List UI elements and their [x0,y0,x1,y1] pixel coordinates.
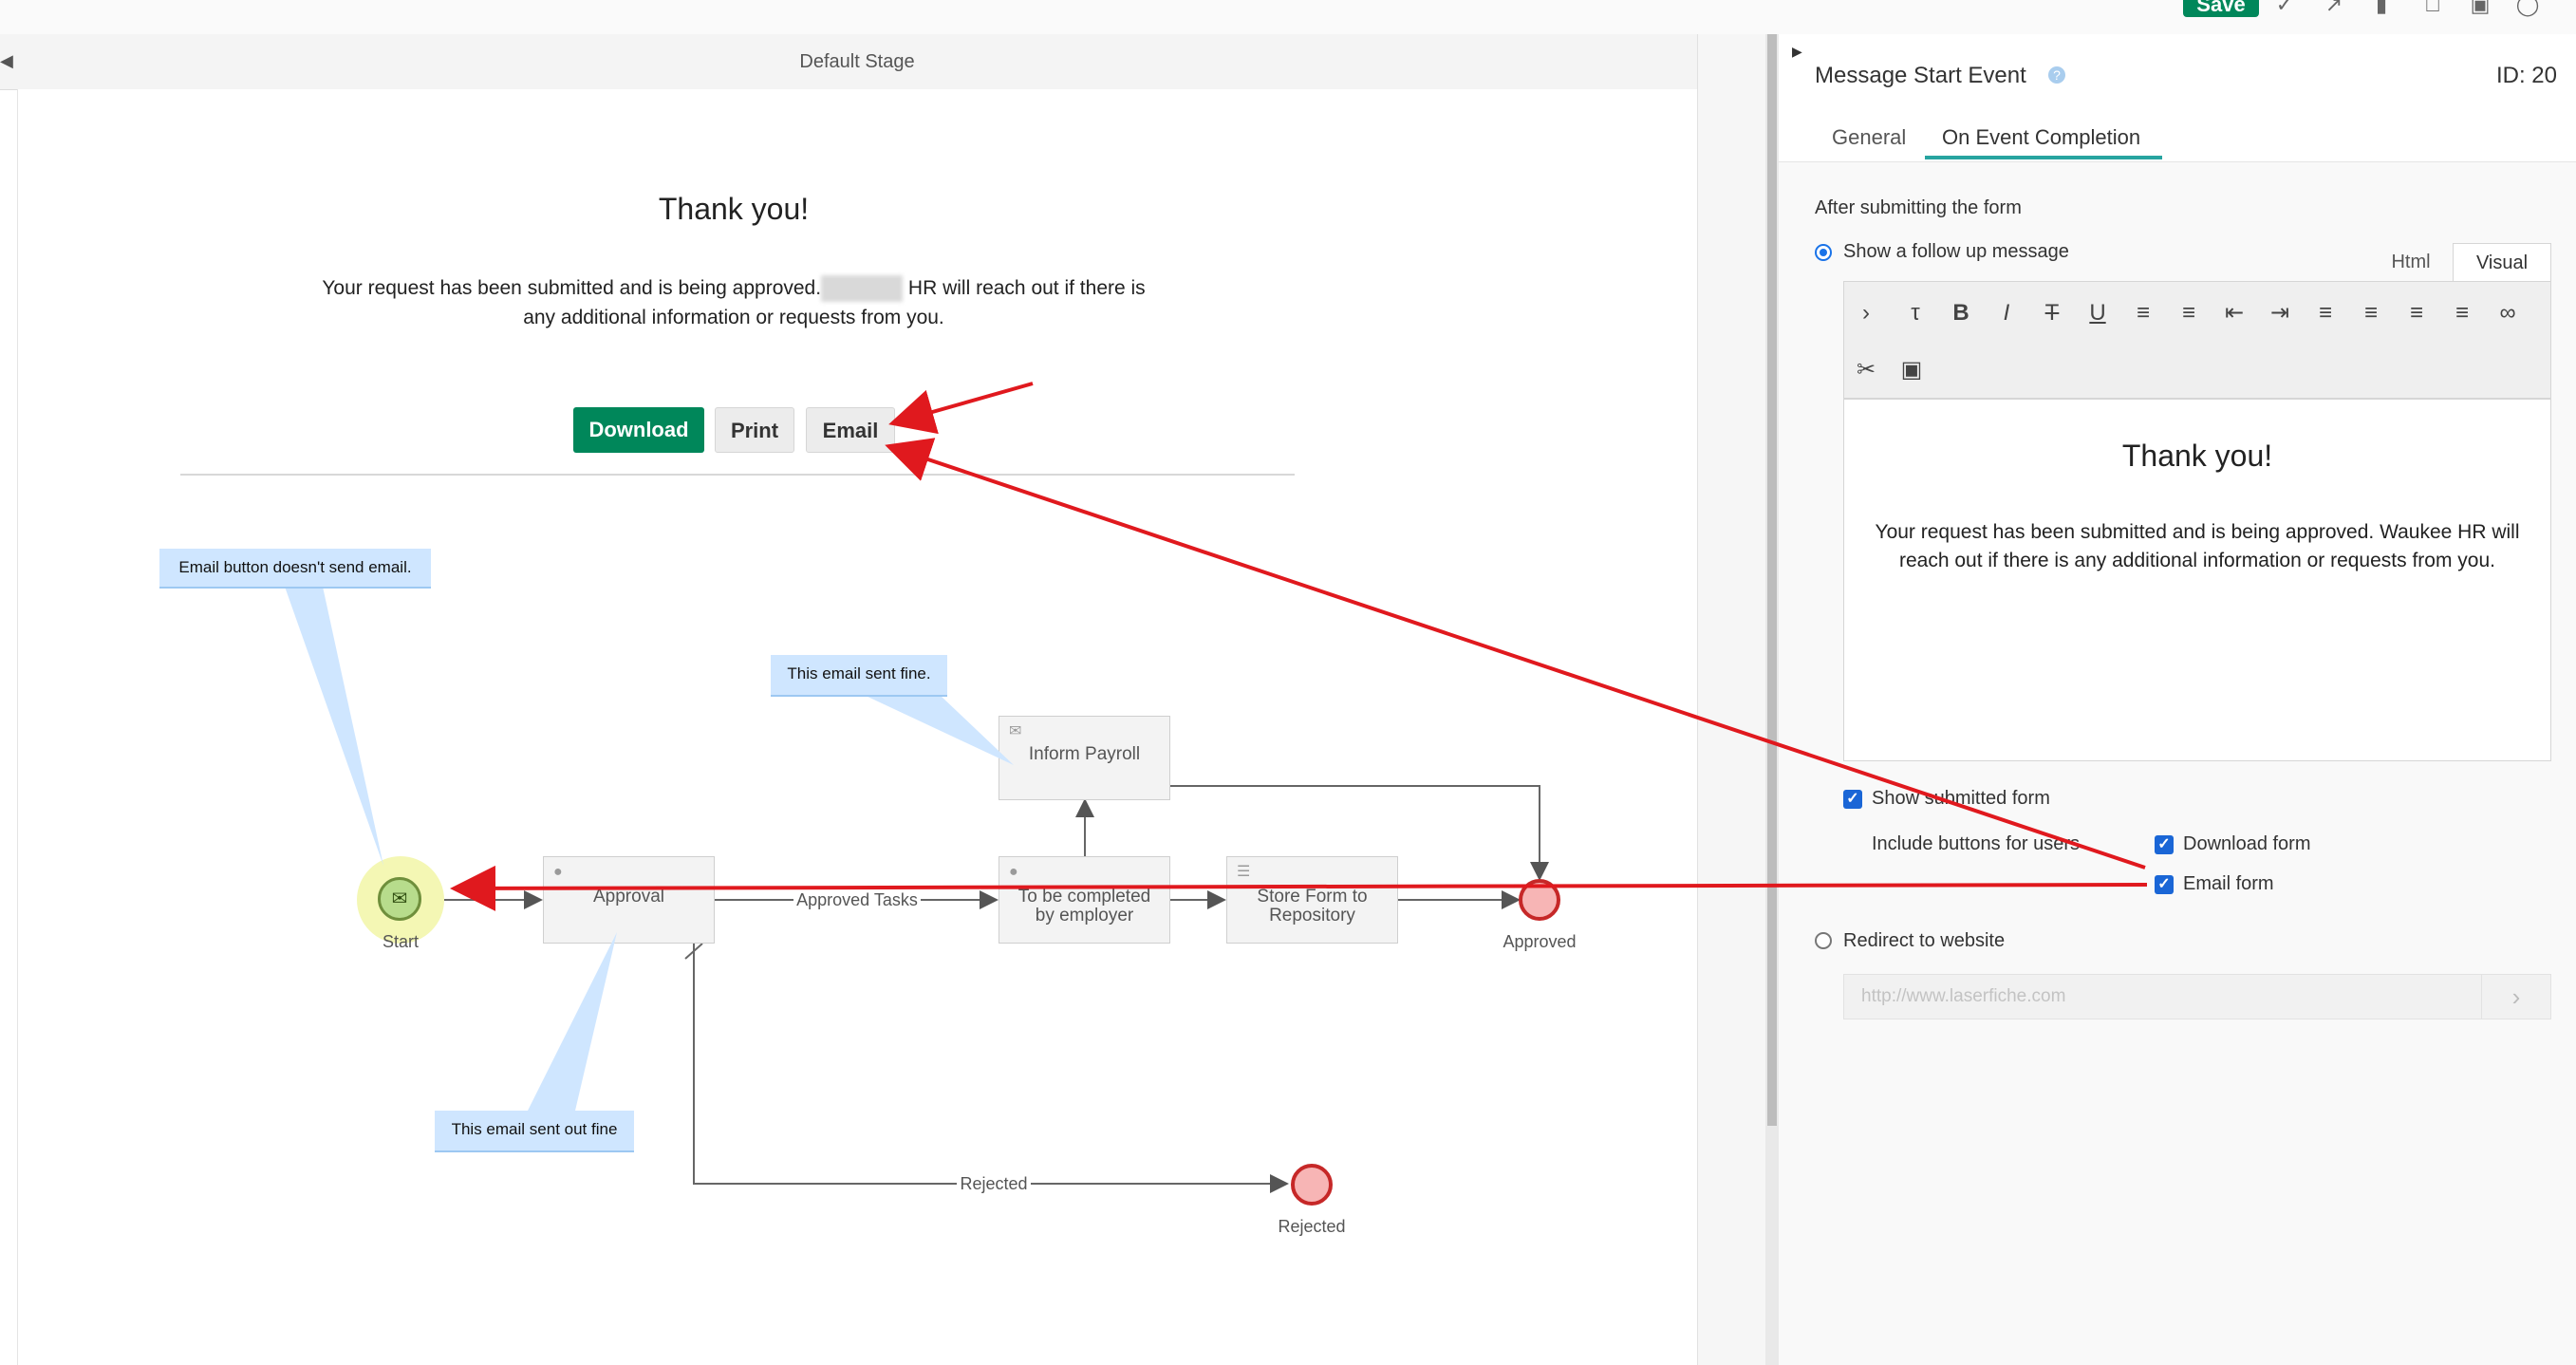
annotation-arrows [450,382,2148,911]
arrow-to-email-button-1 [888,382,1034,435]
arrow-to-email-button-2 [885,438,2146,869]
arrow-to-start-event [450,865,2148,911]
